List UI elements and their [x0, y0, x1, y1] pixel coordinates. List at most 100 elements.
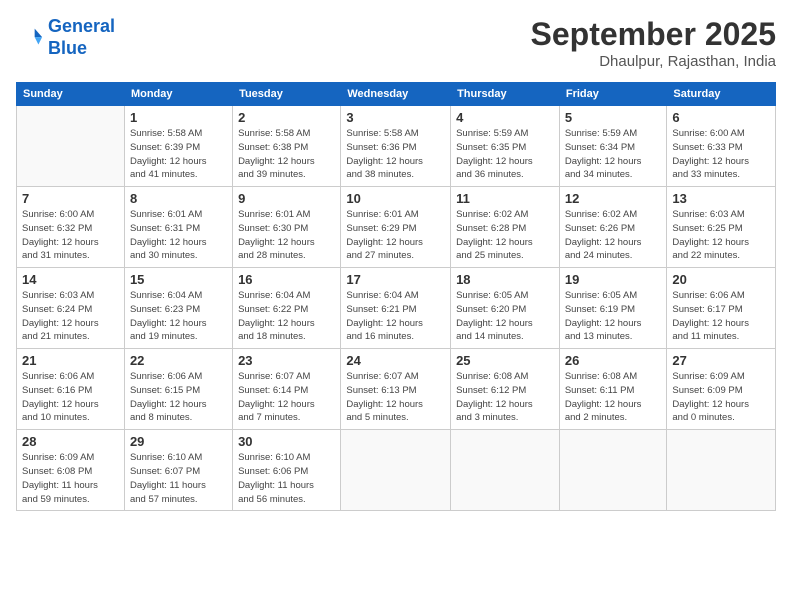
- day-number: 23: [238, 353, 335, 368]
- day-detail: Sunrise: 6:02 AMSunset: 6:28 PMDaylight:…: [456, 208, 554, 263]
- day-detail: Sunrise: 6:03 AMSunset: 6:25 PMDaylight:…: [672, 208, 770, 263]
- day-number: 19: [565, 272, 662, 287]
- calendar-cell: 17Sunrise: 6:04 AMSunset: 6:21 PMDayligh…: [341, 268, 451, 349]
- day-detail: Sunrise: 6:04 AMSunset: 6:21 PMDaylight:…: [346, 289, 445, 344]
- title-block: September 2025 Dhaulpur, Rajasthan, Indi…: [531, 16, 776, 70]
- calendar-cell: 29 Sunrise: 6:10 AMSunset: 6:07 PMDayligh…: [124, 430, 232, 511]
- calendar-cell: 3 Sunrise: 5:58 AMSunset: 6:36 PMDaylight…: [341, 106, 451, 187]
- logo: General Blue: [16, 16, 115, 59]
- day-detail: Sunrise: 6:00 AMSunset: 6:32 PMDaylight:…: [22, 208, 119, 263]
- calendar-body: 1 Sunrise: 5:58 AMSunset: 6:39 PMDaylight…: [17, 106, 776, 511]
- day-number: 28: [22, 434, 119, 449]
- day-number: 30: [238, 434, 335, 449]
- day-number: 22: [130, 353, 227, 368]
- calendar-cell: 11 Sunrise: 6:02 AMSunset: 6:28 PMDayligh…: [451, 187, 560, 268]
- day-detail: Sunrise: 6:08 AMSunset: 6:12 PMDaylight:…: [456, 370, 554, 425]
- calendar-cell: [341, 430, 451, 511]
- day-number: 10: [346, 191, 445, 206]
- calendar-cell: 14 Sunrise: 6:03 AMSunset: 6:24 PMDayligh…: [17, 268, 125, 349]
- calendar-cell: 6 Sunrise: 6:00 AMSunset: 6:33 PMDaylight…: [667, 106, 776, 187]
- day-detail: Sunrise: 6:01 AMSunset: 6:31 PMDaylight:…: [130, 208, 227, 263]
- calendar-cell: 16 Sunrise: 6:04 AMSunset: 6:22 PMDayligh…: [233, 268, 341, 349]
- calendar-cell: 1 Sunrise: 5:58 AMSunset: 6:39 PMDaylight…: [124, 106, 232, 187]
- day-detail: Sunrise: 6:07 AMSunset: 6:14 PMDaylight:…: [238, 370, 335, 425]
- day-detail: Sunrise: 6:01 AMSunset: 6:30 PMDaylight:…: [238, 208, 335, 263]
- calendar-header-row: SundayMondayTuesdayWednesdayThursdayFrid…: [17, 83, 776, 106]
- day-number: 13: [672, 191, 770, 206]
- day-number: 29: [130, 434, 227, 449]
- calendar-cell: 26 Sunrise: 6:08 AMSunset: 6:11 PMDayligh…: [559, 349, 667, 430]
- day-detail: Sunrise: 6:01 AMSunset: 6:29 PMDaylight:…: [346, 208, 445, 263]
- calendar-cell: 4 Sunrise: 5:59 AMSunset: 6:35 PMDaylight…: [451, 106, 560, 187]
- day-number: 5: [565, 110, 662, 125]
- calendar-cell: 7 Sunrise: 6:00 AMSunset: 6:32 PMDaylight…: [17, 187, 125, 268]
- day-number: 20: [672, 272, 770, 287]
- calendar-cell: 13 Sunrise: 6:03 AMSunset: 6:25 PMDayligh…: [667, 187, 776, 268]
- day-detail: Sunrise: 5:58 AMSunset: 6:39 PMDaylight:…: [130, 127, 227, 182]
- day-number: 25: [456, 353, 554, 368]
- day-detail: Sunrise: 6:05 AMSunset: 6:20 PMDaylight:…: [456, 289, 554, 344]
- calendar-cell: 20 Sunrise: 6:06 AMSunset: 6:17 PMDayligh…: [667, 268, 776, 349]
- day-number: 11: [456, 191, 554, 206]
- day-number: 8: [130, 191, 227, 206]
- calendar-cell: 12Sunrise: 6:02 AMSunset: 6:26 PMDayligh…: [559, 187, 667, 268]
- page: General Blue September 2025 Dhaulpur, Ra…: [0, 0, 792, 612]
- calendar-cell: 24 Sunrise: 6:07 AMSunset: 6:13 PMDayligh…: [341, 349, 451, 430]
- logo-icon: [16, 24, 44, 52]
- calendar-cell: 10 Sunrise: 6:01 AMSunset: 6:29 PMDayligh…: [341, 187, 451, 268]
- day-detail: Sunrise: 5:58 AMSunset: 6:36 PMDaylight:…: [346, 127, 445, 182]
- calendar-cell: 25 Sunrise: 6:08 AMSunset: 6:12 PMDayligh…: [451, 349, 560, 430]
- calendar-cell: 27Sunrise: 6:09 AMSunset: 6:09 PMDayligh…: [667, 349, 776, 430]
- day-detail: Sunrise: 6:04 AMSunset: 6:22 PMDaylight:…: [238, 289, 335, 344]
- day-number: 12: [565, 191, 662, 206]
- day-detail: Sunrise: 6:07 AMSunset: 6:13 PMDaylight:…: [346, 370, 445, 425]
- calendar-cell: [667, 430, 776, 511]
- calendar-cell: [451, 430, 560, 511]
- day-number: 3: [346, 110, 445, 125]
- calendar-cell: 28Sunrise: 6:09 AMSunset: 6:08 PMDayligh…: [17, 430, 125, 511]
- day-header-thursday: Thursday: [451, 83, 560, 106]
- calendar-cell: 15Sunrise: 6:04 AMSunset: 6:23 PMDayligh…: [124, 268, 232, 349]
- calendar-week-5: 28Sunrise: 6:09 AMSunset: 6:08 PMDayligh…: [17, 430, 776, 511]
- day-number: 24: [346, 353, 445, 368]
- day-detail: Sunrise: 6:10 AMSunset: 6:07 PMDaylight:…: [130, 451, 227, 506]
- day-detail: Sunrise: 6:00 AMSunset: 6:33 PMDaylight:…: [672, 127, 770, 182]
- day-detail: Sunrise: 6:05 AMSunset: 6:19 PMDaylight:…: [565, 289, 662, 344]
- calendar-cell: [17, 106, 125, 187]
- day-detail: Sunrise: 5:59 AMSunset: 6:35 PMDaylight:…: [456, 127, 554, 182]
- day-number: 9: [238, 191, 335, 206]
- day-detail: Sunrise: 5:59 AMSunset: 6:34 PMDaylight:…: [565, 127, 662, 182]
- day-number: 14: [22, 272, 119, 287]
- day-number: 21: [22, 353, 119, 368]
- day-number: 6: [672, 110, 770, 125]
- day-header-wednesday: Wednesday: [341, 83, 451, 106]
- calendar-cell: 8 Sunrise: 6:01 AMSunset: 6:31 PMDaylight…: [124, 187, 232, 268]
- day-detail: Sunrise: 6:03 AMSunset: 6:24 PMDaylight:…: [22, 289, 119, 344]
- subtitle: Dhaulpur, Rajasthan, India: [531, 53, 776, 70]
- day-detail: Sunrise: 5:58 AMSunset: 6:38 PMDaylight:…: [238, 127, 335, 182]
- day-number: 1: [130, 110, 227, 125]
- day-number: 16: [238, 272, 335, 287]
- day-header-sunday: Sunday: [17, 83, 125, 106]
- day-number: 7: [22, 191, 119, 206]
- day-number: 15: [130, 272, 227, 287]
- calendar-week-1: 1 Sunrise: 5:58 AMSunset: 6:39 PMDaylight…: [17, 106, 776, 187]
- day-header-monday: Monday: [124, 83, 232, 106]
- day-number: 4: [456, 110, 554, 125]
- calendar-cell: 19 Sunrise: 6:05 AMSunset: 6:19 PMDayligh…: [559, 268, 667, 349]
- calendar-table: SundayMondayTuesdayWednesdayThursdayFrid…: [16, 82, 776, 511]
- day-detail: Sunrise: 6:06 AMSunset: 6:16 PMDaylight:…: [22, 370, 119, 425]
- calendar-cell: 22Sunrise: 6:06 AMSunset: 6:15 PMDayligh…: [124, 349, 232, 430]
- day-detail: Sunrise: 6:08 AMSunset: 6:11 PMDaylight:…: [565, 370, 662, 425]
- day-detail: Sunrise: 6:06 AMSunset: 6:17 PMDaylight:…: [672, 289, 770, 344]
- day-header-tuesday: Tuesday: [233, 83, 341, 106]
- calendar-cell: 18Sunrise: 6:05 AMSunset: 6:20 PMDayligh…: [451, 268, 560, 349]
- calendar-cell: [559, 430, 667, 511]
- calendar-week-3: 14 Sunrise: 6:03 AMSunset: 6:24 PMDayligh…: [17, 268, 776, 349]
- calendar-cell: 30 Sunrise: 6:10 AMSunset: 6:06 PMDayligh…: [233, 430, 341, 511]
- day-detail: Sunrise: 6:09 AMSunset: 6:09 PMDaylight:…: [672, 370, 770, 425]
- day-detail: Sunrise: 6:10 AMSunset: 6:06 PMDaylight:…: [238, 451, 335, 506]
- calendar-week-2: 7 Sunrise: 6:00 AMSunset: 6:32 PMDaylight…: [17, 187, 776, 268]
- day-header-saturday: Saturday: [667, 83, 776, 106]
- day-number: 26: [565, 353, 662, 368]
